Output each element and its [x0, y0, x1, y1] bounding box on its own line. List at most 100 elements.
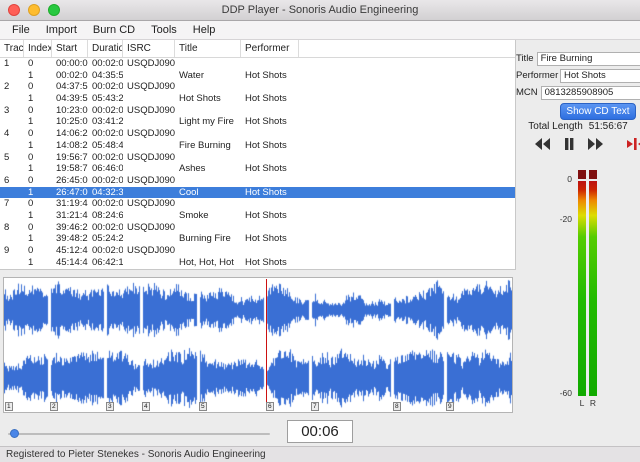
show-cd-text-button[interactable]: Show CD Text: [560, 103, 636, 120]
table-cell: 4: [4, 128, 10, 140]
table-cell: 0: [28, 198, 34, 210]
table-cell: 14:08:27: [56, 139, 88, 151]
waveform-canvas[interactable]: [4, 278, 512, 412]
table-cell: Hot Shots: [245, 186, 287, 198]
column-header-performer: Performer: [241, 40, 299, 57]
table-cell: 1: [28, 209, 34, 221]
total-length-value: 51:56:67: [588, 121, 628, 132]
table-cell: 9: [4, 245, 10, 256]
table-row[interactable]: 5 0 19:56:73 00:02:00 USQDJ0900005: [0, 152, 515, 164]
table-cell: 0: [28, 151, 34, 163]
table-cell: [241, 81, 299, 93]
table-row[interactable]: 1 19:58:73 06:46:06 Ashes Hot Shots: [0, 163, 515, 175]
table-row[interactable]: 1 04:39:54 05:43:25 Hot Shots Hot Shots: [0, 93, 515, 105]
pause-button[interactable]: [560, 137, 578, 150]
meter-scale-60: -60: [559, 388, 572, 398]
table-cell: 00:02:00: [92, 221, 123, 233]
performer-field[interactable]: [560, 68, 640, 83]
table-cell: 03:41:23: [92, 116, 123, 128]
table-row[interactable]: 8 0 39:46:26 00:02:00 USQDJ0900008: [0, 222, 515, 234]
table-cell: 04:35:54: [92, 69, 123, 81]
table-cell: 1: [28, 139, 34, 151]
table-cell: 04:32:36: [92, 186, 123, 198]
table-row[interactable]: 6 0 26:45:04 00:02:00 USQDJ0900006: [0, 175, 515, 187]
table-cell: 08:24:61: [92, 209, 123, 221]
menu-burn-cd[interactable]: Burn CD: [85, 21, 143, 39]
table-cell: Hot Shots: [245, 256, 287, 268]
meter-peak-left: [578, 170, 586, 179]
table-cell: Hot Shots: [179, 93, 221, 105]
table-cell: [0, 93, 24, 105]
table-cell: 00:02:00: [92, 81, 123, 93]
table-cell: [241, 58, 299, 70]
seek-slider-thumb[interactable]: [10, 429, 19, 438]
table-row[interactable]: 9 0 45:12:49 00:02:00 USQDJ0900009: [0, 245, 515, 257]
table-row[interactable]: 1 31:21:40 08:24:61 Smoke Hot Shots: [0, 210, 515, 222]
table-row[interactable]: 1 00:02:00 04:35:54 Water Hot Shots: [0, 70, 515, 82]
table-cell: 00:02:00: [92, 151, 123, 163]
menu-help[interactable]: Help: [185, 21, 224, 39]
menu-file[interactable]: File: [4, 21, 38, 39]
table-cell: [0, 210, 24, 222]
track-marker: 7: [311, 402, 319, 411]
table-cell: Cool: [179, 186, 199, 198]
table-cell: 1: [28, 69, 34, 81]
table-row[interactable]: 1 26:47:04 04:32:36 Cool Hot Shots: [0, 186, 515, 199]
table-cell: 19:56:73: [56, 151, 88, 163]
table-cell: USQDJ0900007: [127, 198, 175, 210]
close-window-button[interactable]: [8, 4, 20, 16]
table-cell: 1: [28, 186, 34, 198]
title-label: Title: [516, 53, 534, 64]
mcn-label: MCN: [516, 87, 538, 98]
track-marker: 5: [199, 402, 207, 411]
locate-marker-button[interactable]: [626, 137, 640, 150]
transport-controls: [534, 137, 640, 150]
table-cell: [241, 128, 299, 140]
table-cell: Fire Burning: [179, 139, 231, 151]
table-cell: [123, 257, 175, 269]
zoom-window-button[interactable]: [48, 4, 60, 16]
table-cell: 45:12:49: [56, 245, 88, 256]
column-header-isrc: ISRC: [123, 40, 175, 57]
title-field[interactable]: [536, 51, 640, 66]
table-row[interactable]: 7 0 31:19:40 00:02:00 USQDJ0900007: [0, 198, 515, 210]
menu-tools[interactable]: Tools: [143, 21, 185, 39]
table-cell: Hot Shots: [245, 163, 287, 175]
table-cell: 0: [28, 245, 34, 256]
menu-import[interactable]: Import: [38, 21, 85, 39]
table-cell: [0, 233, 24, 245]
table-cell: [0, 163, 24, 175]
mcn-field[interactable]: [540, 85, 640, 100]
table-cell: [241, 105, 299, 117]
meter-left-label: L: [579, 398, 585, 408]
table-row[interactable]: 2 0 04:37:54 00:02:00 USQDJ0900002: [0, 81, 515, 93]
fast-forward-icon: [588, 137, 603, 150]
table-row[interactable]: 1 45:14:49 06:42:18 Hot, Hot, Hot Hot Shots: [0, 257, 515, 269]
table-cell: [0, 70, 24, 82]
table-cell: 2: [4, 81, 10, 93]
table-row[interactable]: 3 0 10:23:04 00:02:00 USQDJ0900003: [0, 105, 515, 117]
table-row[interactable]: 4 0 14:06:27 00:02:00 USQDJ0900004: [0, 128, 515, 140]
table-cell: [123, 163, 175, 175]
fast-forward-button[interactable]: [586, 137, 604, 150]
rewind-icon: [535, 137, 550, 150]
table-cell: USQDJ0900005: [127, 151, 175, 163]
table-cell: [241, 152, 299, 164]
table-row[interactable]: 1 10:25:04 03:41:23 Light my Fire Hot Shots: [0, 116, 515, 128]
marker-icon: [626, 137, 640, 150]
table-cell: Hot Shots: [245, 233, 287, 245]
table-cell: 00:02:00: [92, 174, 123, 186]
meter-scale-0: 0: [567, 174, 572, 184]
playback-cursor: [266, 279, 267, 411]
table-cell: 0: [28, 104, 34, 116]
table-row[interactable]: 1 14:08:27 05:48:46 Fire Burning Hot Shots: [0, 140, 515, 152]
meter-peak-right: [589, 170, 597, 179]
waveform-display[interactable]: 1 2 3 4 5 6 7 8 9: [3, 277, 513, 413]
table-cell: Hot Shots: [245, 69, 287, 81]
seek-slider-track[interactable]: [8, 433, 270, 435]
rewind-button[interactable]: [534, 137, 552, 150]
table-row[interactable]: 1 39:48:26 05:24:23 Burning Fire Hot Shots: [0, 233, 515, 245]
table-row[interactable]: 1 0 00:00:00 00:02:00 USQDJ0900001: [0, 58, 515, 70]
table-cell: 19:58:73: [56, 163, 88, 175]
minimize-window-button[interactable]: [28, 4, 40, 16]
